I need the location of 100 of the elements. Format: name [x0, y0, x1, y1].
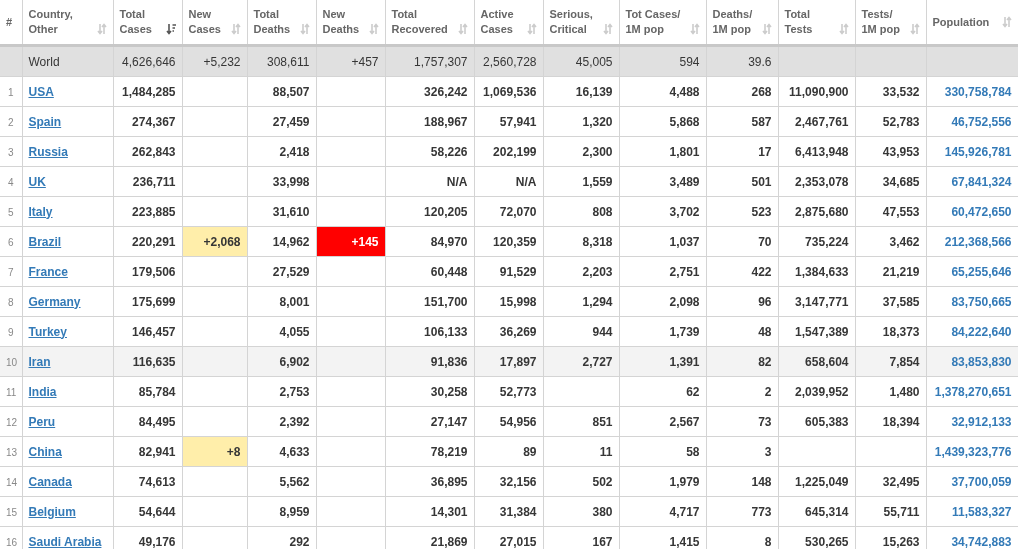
- table-row[interactable]: 8 Germany 175,699 8,001 151,700 15,998 1,294 2,098 96 3,147,771 37,585 83,750,665: [0, 286, 1018, 317]
- sort-icon[interactable]: [299, 23, 310, 35]
- country-link[interactable]: Italy: [28, 204, 53, 219]
- table-cell: 58: [619, 436, 706, 467]
- table-row[interactable]: 14 Canada 74,613 5,562 36,895 32,156 502 1,979 148 1,225,049 32,495 37,700,059: [0, 466, 1018, 497]
- table-row[interactable]: 3 Russia 262,843 2,418 58,226 202,199 2,300 1,801 17 6,413,948 43,953 145,926,781: [0, 136, 1018, 167]
- table-cell: 188,967: [385, 106, 474, 137]
- table-cell: 4,626,646: [113, 45, 182, 77]
- table-row[interactable]: 2 Spain 274,367 27,459 188,967 57,941 1,320 5,868 587 2,467,761 52,783 46,752,556: [0, 106, 1018, 137]
- table-row[interactable]: 1 USA 1,484,285 88,507 326,242 1,069,536 16,139 4,488 268 11,090,900 33,532 330,758,784: [0, 76, 1018, 107]
- table-cell: 11: [543, 436, 619, 467]
- table-cell: +457: [316, 45, 385, 77]
- rank-number: 8: [7, 296, 14, 308]
- table-cell: 84,495: [113, 406, 182, 437]
- table-cell: 91,529: [474, 256, 543, 287]
- table-row[interactable]: 15 Belgium 54,644 8,959 14,301 31,384 380 4,717 773 645,314 55,711 11,583,327: [0, 496, 1018, 527]
- table-cell: 658,604: [778, 346, 855, 377]
- sort-icon[interactable]: [1001, 15, 1012, 28]
- table-cell: 1,739: [619, 316, 706, 347]
- country-link[interactable]: USA: [28, 84, 54, 99]
- table-cell: 4,633: [247, 436, 316, 467]
- table-cell: 236,711: [113, 166, 182, 197]
- sort-icon[interactable]: [96, 23, 107, 35]
- table-cell: 605,383: [778, 406, 855, 437]
- table-cell: 8,959: [247, 496, 316, 527]
- table-cell: 422: [706, 256, 778, 287]
- table-cell: 6,902: [247, 346, 316, 377]
- table-cell: 7,854: [855, 346, 926, 377]
- table-row[interactable]: 4 UK 236,711 33,998 N/A N/A 1,559 3,489 501 2,353,078 34,685 67,841,324: [0, 166, 1018, 197]
- table-cell: 523: [706, 196, 778, 227]
- table-cell: 151,700: [385, 286, 474, 317]
- table-cell: 17: [706, 136, 778, 167]
- table-cell: 3,702: [619, 196, 706, 227]
- table-cell: 21,219: [855, 256, 926, 287]
- sort-icon[interactable]: [838, 23, 849, 35]
- table-cell: 31,610: [247, 196, 316, 227]
- sort-icon[interactable]: [909, 23, 920, 35]
- table-cell: 3: [706, 436, 778, 467]
- table-cell: 15,998: [474, 286, 543, 317]
- table-cell: 8,318: [543, 226, 619, 257]
- table-cell: 43,953: [855, 136, 926, 167]
- rank-number: 11: [6, 386, 17, 398]
- rank-number: 7: [7, 266, 14, 278]
- country-link[interactable]: Spain: [28, 114, 62, 129]
- table-cell: 326,242: [385, 76, 474, 107]
- sort-icon[interactable]: [368, 23, 379, 35]
- table-cell: 645,314: [778, 496, 855, 527]
- table-cell: 11,090,900: [778, 76, 855, 107]
- table-cell: 1,037: [619, 226, 706, 257]
- table-cell: 18,373: [855, 316, 926, 347]
- column-header: #: [6, 14, 13, 30]
- sort-icon[interactable]: [457, 23, 468, 35]
- table-cell: 58,226: [385, 136, 474, 167]
- rank-number: 10: [6, 356, 18, 368]
- table-cell: 60,448: [385, 256, 474, 287]
- rank-number: 9: [7, 326, 14, 338]
- table-cell: 120,359: [474, 226, 543, 257]
- rank-number: 1: [7, 86, 14, 98]
- table-cell: 2,418: [247, 136, 316, 167]
- table-cell: 85,784: [113, 376, 182, 407]
- table-cell: 82: [706, 346, 778, 377]
- table-cell: 34,685: [855, 166, 926, 197]
- table-cell: 14,962: [247, 226, 316, 257]
- table-row[interactable]: 13 China 82,941 +8 4,633 78,219 89 11 58 3 1,439,323,776: [0, 436, 1018, 467]
- sort-icon[interactable]: [761, 23, 772, 35]
- table-row[interactable]: 6 Brazil 220,291 +2,068 14,962 +145 84,970 120,359 8,318 1,037 70 735,224 3,462 212,368,566: [0, 226, 1018, 257]
- rank-number: 3: [7, 146, 14, 158]
- table-cell: 16,139: [543, 76, 619, 107]
- sort-descending-icon[interactable]: [165, 23, 176, 35]
- total-row[interactable]: World 4,626,646 +5,232 308,611 +457 1,757,307 2,560,728 45,005 594 39.6: [0, 45, 1018, 77]
- table-cell: 47,553: [855, 196, 926, 227]
- country-link[interactable]: Iran: [28, 354, 51, 369]
- country-link[interactable]: China: [28, 444, 62, 459]
- table-row[interactable]: 5 Italy 223,885 31,610 120,205 72,070 808 3,702 523 2,875,680 47,553 60,472,650: [0, 196, 1018, 227]
- table-row[interactable]: 10 Iran 116,635 6,902 91,836 17,897 2,727 1,391 82 658,604 7,854 83,853,830: [0, 346, 1018, 377]
- table-cell: 2,392: [247, 406, 316, 437]
- sort-icon[interactable]: [689, 23, 700, 35]
- table-cell: 268: [706, 76, 778, 107]
- table-cell: 17,897: [474, 346, 543, 377]
- table-row[interactable]: 16 Saudi Arabia 49,176 292 21,869 27,015 167 1,415 8 530,265 15,263 34,742,883: [0, 526, 1018, 549]
- table-cell: 148: [706, 466, 778, 497]
- table-cell: 89: [474, 436, 543, 467]
- country-link[interactable]: Brazil: [28, 234, 62, 249]
- sort-icon[interactable]: [526, 23, 537, 35]
- table-row[interactable]: 12 Peru 84,495 2,392 27,147 54,956 851 2,567 73 605,383 18,394 32,912,133: [0, 406, 1018, 437]
- country-link[interactable]: UK: [28, 174, 46, 189]
- table-row[interactable]: 7 France 179,506 27,529 60,448 91,529 2,203 2,751 422 1,384,633 21,219 65,255,646: [0, 256, 1018, 287]
- table-row[interactable]: 11 India 85,784 2,753 30,258 52,773 62 2 2,039,952 1,480 1,378,270,651: [0, 376, 1018, 407]
- table-cell: 74,613: [113, 466, 182, 497]
- table-cell: 735,224: [778, 226, 855, 257]
- table-cell: 96: [706, 286, 778, 317]
- table-row[interactable]: 9 Turkey 146,457 4,055 106,133 36,269 944 1,739 48 1,547,389 18,373 84,222,640: [0, 316, 1018, 347]
- country-link[interactable]: Peru: [28, 414, 56, 429]
- sort-icon[interactable]: [602, 23, 613, 35]
- table-cell: 2,039,952: [778, 376, 855, 407]
- sort-icon[interactable]: [230, 23, 241, 35]
- country-link[interactable]: India: [28, 384, 57, 399]
- table-cell: 52,773: [474, 376, 543, 407]
- table-cell: 2,300: [543, 136, 619, 167]
- table-cell: 773: [706, 496, 778, 527]
